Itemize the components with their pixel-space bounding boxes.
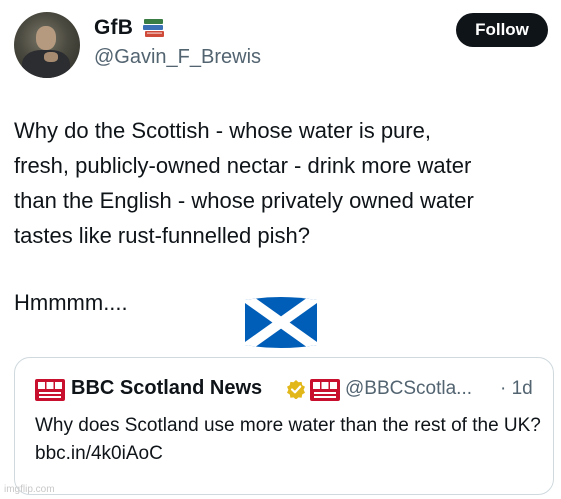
- watermark: imgflip.com: [4, 484, 55, 495]
- gold-verified-icon: [287, 380, 305, 399]
- avatar[interactable]: [14, 12, 80, 78]
- tweet-closing: Hmmmm....: [14, 290, 128, 315]
- quoted-timestamp[interactable]: · 1d: [500, 378, 533, 400]
- tweet-line: fresh, publicly-owned nectar - drink mor…: [14, 153, 472, 178]
- follow-button[interactable]: Follow: [456, 13, 548, 47]
- author-handle[interactable]: @Gavin_F_Brewis: [94, 46, 261, 69]
- tweet: GfB @Gavin_F_Brewis Follow Why do the Sc…: [0, 0, 561, 499]
- bbc-news-scotland-logo: [35, 379, 65, 401]
- tweet-line: than the English - whose privately owned…: [14, 188, 474, 213]
- author-name[interactable]: GfB: [94, 16, 133, 40]
- quoted-author-handle[interactable]: @BBCScotla...: [345, 378, 472, 400]
- quoted-tweet-text: Why does Scotland use more water than th…: [35, 415, 541, 464]
- tweet-line: Why do the Scottish - whose water is pur…: [14, 118, 431, 143]
- scotland-flag-icon: [245, 297, 317, 348]
- books-icon: [143, 19, 164, 37]
- bbc-news-scotland-logo: [310, 379, 340, 401]
- tweet-text: Why do the Scottish - whose water is pur…: [14, 113, 559, 253]
- quoted-tweet[interactable]: BBC Scotland News @BBCScotla... · 1d Why…: [14, 357, 554, 495]
- avatar-hand: [44, 52, 58, 62]
- quoted-author-name[interactable]: BBC Scotland News: [71, 377, 262, 400]
- avatar-face: [36, 26, 56, 50]
- tweet-line: tastes like rust-funnelled pish?: [14, 223, 310, 248]
